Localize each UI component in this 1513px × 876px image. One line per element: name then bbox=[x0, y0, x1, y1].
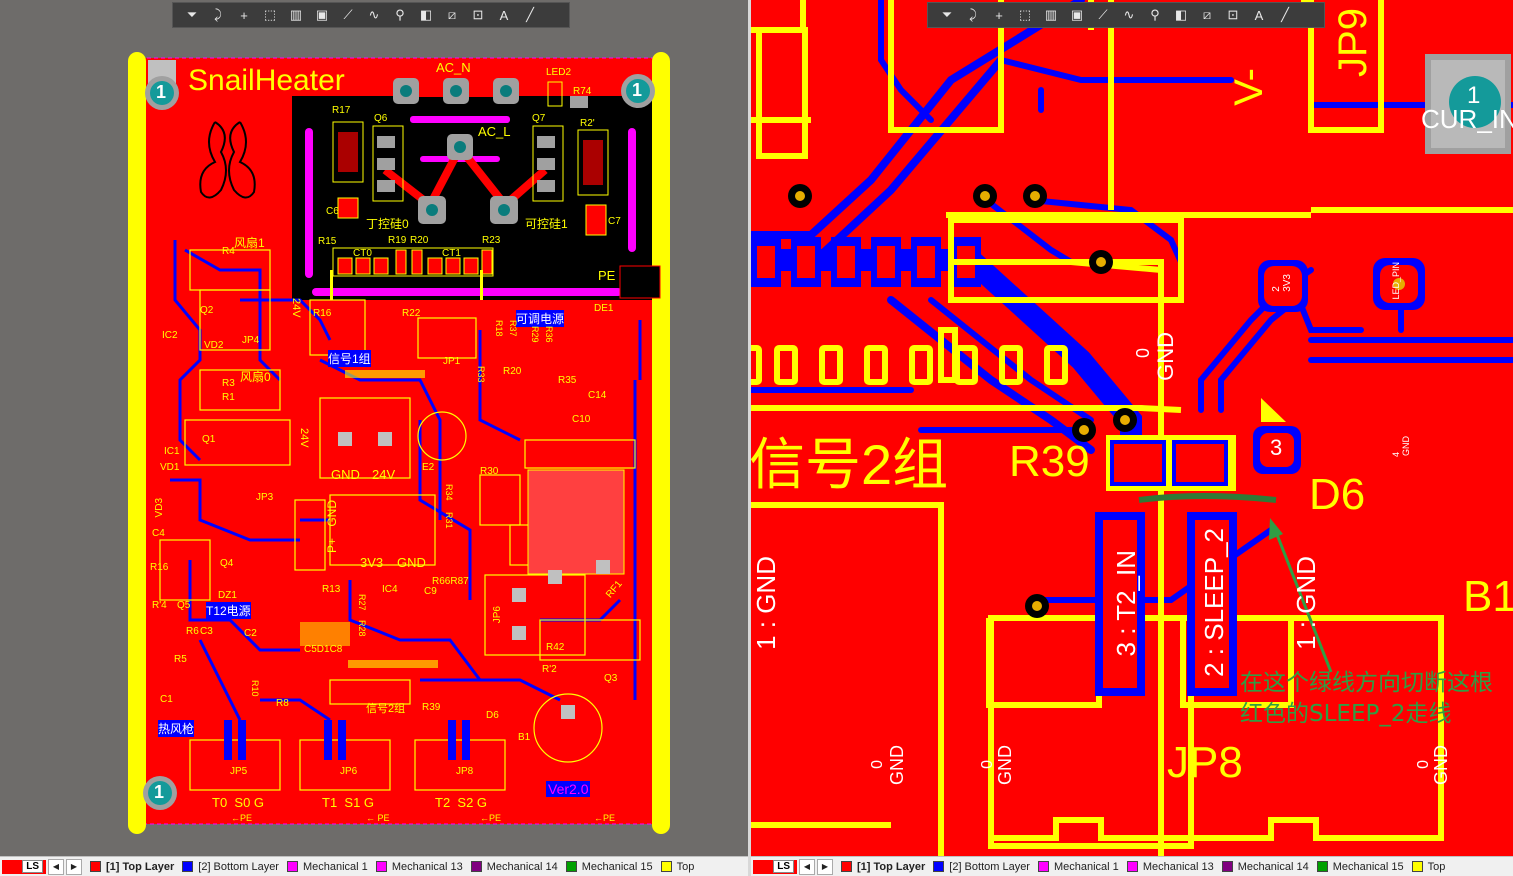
rect-select-icon[interactable]: ⬚ bbox=[259, 4, 281, 26]
layer-color-swatch bbox=[1316, 861, 1328, 872]
pcb-board-overview[interactable] bbox=[0, 0, 748, 856]
pcb-view-left[interactable]: SnailHeater 1 1 1 AC_N LED2 R74 R17 Q6 Q… bbox=[0, 0, 748, 856]
layer-tab-label: [1] Top Layer bbox=[857, 860, 926, 873]
route-icon[interactable]: ⤸ bbox=[207, 4, 229, 26]
layer-color-swatch bbox=[375, 861, 387, 872]
region-icon[interactable]: ⧄ bbox=[1196, 4, 1218, 26]
cut-line bbox=[1138, 493, 1277, 503]
annotation-text: 在这个绿线方向切断这根 红色的SLEEP_2走线 bbox=[1240, 668, 1493, 730]
layer-tab[interactable]: Mechanical 13 bbox=[1126, 860, 1214, 873]
layer-tab-label: Top bbox=[1427, 860, 1446, 873]
filter-icon[interactable]: ⏷ bbox=[936, 4, 958, 26]
layer-tab[interactable]: Top bbox=[660, 860, 695, 873]
text-icon[interactable]: A bbox=[493, 4, 515, 26]
layer-tab-label: [1] Top Layer bbox=[106, 860, 175, 873]
layer-set-button[interactable]: LS bbox=[753, 859, 797, 874]
layer-tab-label: Mechanical 14 bbox=[1237, 860, 1309, 873]
pad-icon[interactable]: ⚲ bbox=[389, 4, 411, 26]
layer-tab-label: Mechanical 1 bbox=[1053, 860, 1119, 873]
rect-select-icon[interactable]: ⬚ bbox=[1014, 4, 1036, 26]
arc-icon[interactable]: ∿ bbox=[363, 4, 385, 26]
scroll-right-icon[interactable]: ▶ bbox=[66, 858, 82, 875]
layer-color-swatch bbox=[90, 861, 101, 872]
layer-tab[interactable]: [1] Top Layer bbox=[90, 861, 174, 873]
layer-tab-label: Top bbox=[676, 860, 695, 873]
layer-tabs-right: LS ◀ ▶ [1] Top Layer [2] Bottom Layer Mech… bbox=[751, 856, 1513, 876]
layer-color-swatch bbox=[1221, 861, 1233, 872]
arc-icon[interactable]: ∿ bbox=[1118, 4, 1140, 26]
fill-icon[interactable]: ◧ bbox=[415, 4, 437, 26]
component-icon[interactable]: ▣ bbox=[311, 4, 333, 26]
component-icon[interactable]: ▣ bbox=[1066, 4, 1088, 26]
layer-color-swatch bbox=[565, 861, 577, 872]
arrow-line bbox=[1274, 531, 1333, 673]
layer-tab[interactable]: [2] Bottom Layer bbox=[182, 861, 279, 873]
layer-tab[interactable]: [1] Top Layer bbox=[841, 861, 925, 873]
region-icon[interactable]: ⧄ bbox=[441, 4, 463, 26]
layer-set-button[interactable]: LS bbox=[2, 859, 46, 874]
track-icon[interactable]: ⟋ bbox=[1092, 4, 1114, 26]
route-icon[interactable]: ⤸ bbox=[962, 4, 984, 26]
line-icon[interactable]: ╱ bbox=[519, 4, 541, 26]
layer-color-swatch bbox=[1411, 861, 1423, 872]
pcb-toolbar: ⏷ ⤸ + ⬚ ▥ ▣ ⟋ ∿ ⚲ ◧ ⧄ ⊡ A ╱ bbox=[172, 2, 570, 28]
annotation-line1: 在这个绿线方向切断这根 bbox=[1240, 670, 1493, 696]
layer-tab[interactable]: Mechanical 13 bbox=[375, 860, 463, 873]
scroll-left-icon[interactable]: ◀ bbox=[799, 858, 815, 875]
left-rail bbox=[128, 52, 146, 834]
dimension-icon[interactable]: ⊡ bbox=[1222, 4, 1244, 26]
layer-tab[interactable]: Mechanical 15 bbox=[565, 860, 653, 873]
dimension-icon[interactable]: ⊡ bbox=[467, 4, 489, 26]
layer-tab[interactable]: Mechanical 14 bbox=[470, 860, 558, 873]
track-icon[interactable]: ⟋ bbox=[337, 4, 359, 26]
layer-tab[interactable]: Mechanical 1 bbox=[1037, 860, 1119, 873]
scroll-left-icon[interactable]: ◀ bbox=[48, 858, 64, 875]
layer-tabs-left: LS ◀ ▶ [1] Top Layer [2] Bottom Layer Mech… bbox=[0, 856, 748, 876]
arrow-head bbox=[1269, 518, 1283, 540]
plus-icon[interactable]: + bbox=[233, 4, 255, 26]
scroll-right-icon[interactable]: ▶ bbox=[817, 858, 833, 875]
layer-color-swatch bbox=[470, 861, 482, 872]
bar-chart-icon[interactable]: ▥ bbox=[285, 4, 307, 26]
layer-tab-label: Mechanical 13 bbox=[1142, 860, 1214, 873]
pad-icon[interactable]: ⚲ bbox=[1144, 4, 1166, 26]
layer-tab-label: Mechanical 14 bbox=[486, 860, 558, 873]
bar-chart-icon[interactable]: ▥ bbox=[1040, 4, 1062, 26]
layer-tab[interactable]: Mechanical 15 bbox=[1316, 860, 1404, 873]
layer-tab-label: Mechanical 13 bbox=[391, 860, 463, 873]
layer-tab-label: Mechanical 15 bbox=[1332, 860, 1404, 873]
layer-tab-label: Mechanical 15 bbox=[581, 860, 653, 873]
layer-tab-label: [2] Bottom Layer bbox=[198, 860, 279, 873]
fill-icon[interactable]: ◧ bbox=[1170, 4, 1192, 26]
pcb-toolbar: ⏷ ⤸ + ⬚ ▥ ▣ ⟋ ∿ ⚲ ◧ ⧄ ⊡ A ╱ bbox=[927, 2, 1325, 28]
text-icon[interactable]: A bbox=[1248, 4, 1270, 26]
layer-color-swatch bbox=[1037, 861, 1049, 872]
layer-color-swatch bbox=[1126, 861, 1138, 872]
layer-tab[interactable]: [2] Bottom Layer bbox=[933, 861, 1030, 873]
plus-icon[interactable]: + bbox=[988, 4, 1010, 26]
layer-color-swatch bbox=[182, 861, 194, 872]
layer-color-swatch bbox=[660, 861, 672, 872]
filter-icon[interactable]: ⏷ bbox=[181, 4, 203, 26]
layer-color-swatch bbox=[841, 861, 852, 872]
layer-tab-label: [2] Bottom Layer bbox=[949, 860, 1030, 873]
layer-color-swatch bbox=[286, 861, 298, 872]
layer-tab[interactable]: Mechanical 1 bbox=[286, 860, 368, 873]
line-icon[interactable]: ╱ bbox=[1274, 4, 1296, 26]
right-rail bbox=[652, 52, 670, 834]
layer-tab[interactable]: Top bbox=[1411, 860, 1446, 873]
layer-tab[interactable]: Mechanical 14 bbox=[1221, 860, 1309, 873]
layer-tab-label: Mechanical 1 bbox=[302, 860, 368, 873]
layer-color-swatch bbox=[933, 861, 945, 872]
annotation-line2: 红色的SLEEP_2走线 bbox=[1240, 701, 1452, 727]
